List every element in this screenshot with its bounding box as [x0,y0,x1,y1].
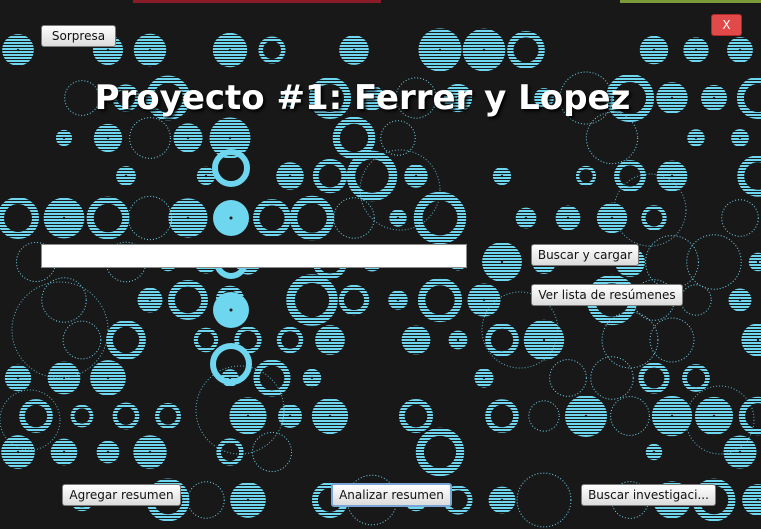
add-summary-button[interactable]: Agregar resumen [62,484,181,506]
top-strip-red [133,0,381,3]
search-research-button[interactable]: Buscar investigaci... [581,484,716,506]
close-button[interactable]: X [711,14,742,36]
search-load-button[interactable]: Buscar y cargar [531,244,639,266]
analyze-summary-button[interactable]: Analizar resumen [331,483,452,507]
page-title: Proyecto #1: Ferrer y Lopez [94,78,631,118]
surprise-button[interactable]: Sorpresa [41,25,116,47]
view-summaries-button[interactable]: Ver lista de resúmenes [531,284,683,306]
search-input[interactable] [41,244,467,268]
top-strip-green [620,0,761,3]
